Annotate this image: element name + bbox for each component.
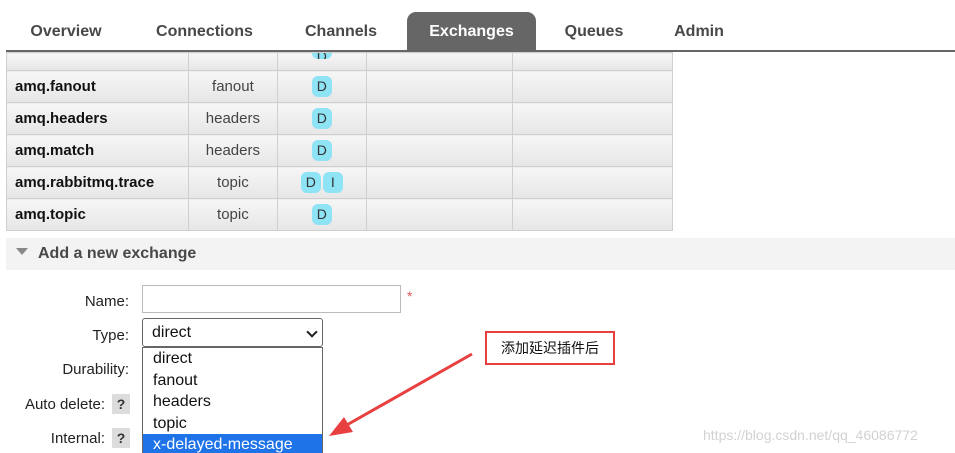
exchange-type: headers <box>187 134 278 167</box>
tab-connections[interactable]: Connections <box>138 12 271 52</box>
tab-admin[interactable]: Admin <box>660 12 738 52</box>
collapse-triangle-icon <box>16 248 28 256</box>
tab-bar: Overview Connections Channels Exchanges … <box>0 0 955 52</box>
tab-queues[interactable]: Queues <box>552 12 636 52</box>
table-row: amq.rabbitmq.trace topic DI <box>6 166 673 199</box>
feature-badge: D <box>311 108 332 129</box>
exchanges-table: D amq.fanout fanout D amq.headers header… <box>6 52 673 231</box>
type-selected-value: direct <box>152 324 192 341</box>
table-row: amq.fanout fanout D <box>6 70 673 103</box>
chevron-down-icon <box>306 326 318 338</box>
exchange-type: headers <box>187 102 278 135</box>
internal-label: Internal: <box>50 430 105 447</box>
auto-delete-help-icon[interactable]: ? <box>112 394 130 414</box>
auto-delete-label: Auto delete: <box>24 396 105 413</box>
feature-badge: D <box>300 172 321 193</box>
type-option-highlighted[interactable]: x-delayed-message <box>143 434 322 453</box>
table-row: amq.headers headers D <box>6 102 673 135</box>
add-exchange-section-toggle[interactable]: Add a new exchange <box>6 238 955 270</box>
durability-label: Durability: <box>62 361 129 378</box>
name-label: Name: <box>84 293 129 310</box>
type-option[interactable]: direct <box>143 348 322 370</box>
exchange-type: topic <box>187 166 278 199</box>
exchange-name-link[interactable]: amq.match <box>6 134 189 167</box>
feature-badge: D <box>311 53 332 59</box>
feature-badge: D <box>311 204 332 225</box>
tab-exchanges[interactable]: Exchanges <box>407 12 536 52</box>
table-row: amq.topic topic D <box>6 198 673 231</box>
tab-channels[interactable]: Channels <box>290 12 392 52</box>
type-option[interactable]: headers <box>143 391 322 413</box>
table-row: D <box>6 52 673 71</box>
name-field[interactable] <box>142 285 401 313</box>
feature-badge: I <box>322 172 343 193</box>
exchange-name-link[interactable]: amq.rabbitmq.trace <box>6 166 189 199</box>
internal-help-icon[interactable]: ? <box>112 428 130 448</box>
table-row: amq.match headers D <box>6 134 673 167</box>
feature-badge: D <box>311 140 332 161</box>
exchange-name-link[interactable]: amq.headers <box>6 102 189 135</box>
type-select[interactable]: direct <box>142 318 323 347</box>
watermark: https://blog.csdn.net/qq_46086772 <box>703 427 918 443</box>
type-option[interactable]: fanout <box>143 370 322 392</box>
required-mark: * <box>407 288 413 304</box>
exchange-name-link[interactable]: amq.topic <box>6 198 189 231</box>
tab-overview[interactable]: Overview <box>14 12 118 52</box>
type-dropdown-list: direct fanout headers topic x-delayed-me… <box>142 347 323 453</box>
section-title: Add a new exchange <box>38 245 197 262</box>
type-option[interactable]: topic <box>143 413 322 435</box>
feature-badge: D <box>311 76 332 97</box>
exchange-type: topic <box>187 198 278 231</box>
type-label: Type: <box>92 327 129 344</box>
exchange-name-link[interactable]: amq.fanout <box>6 70 189 103</box>
annotation-callout: 添加延迟插件后 <box>485 331 615 365</box>
exchange-type: fanout <box>187 70 278 103</box>
